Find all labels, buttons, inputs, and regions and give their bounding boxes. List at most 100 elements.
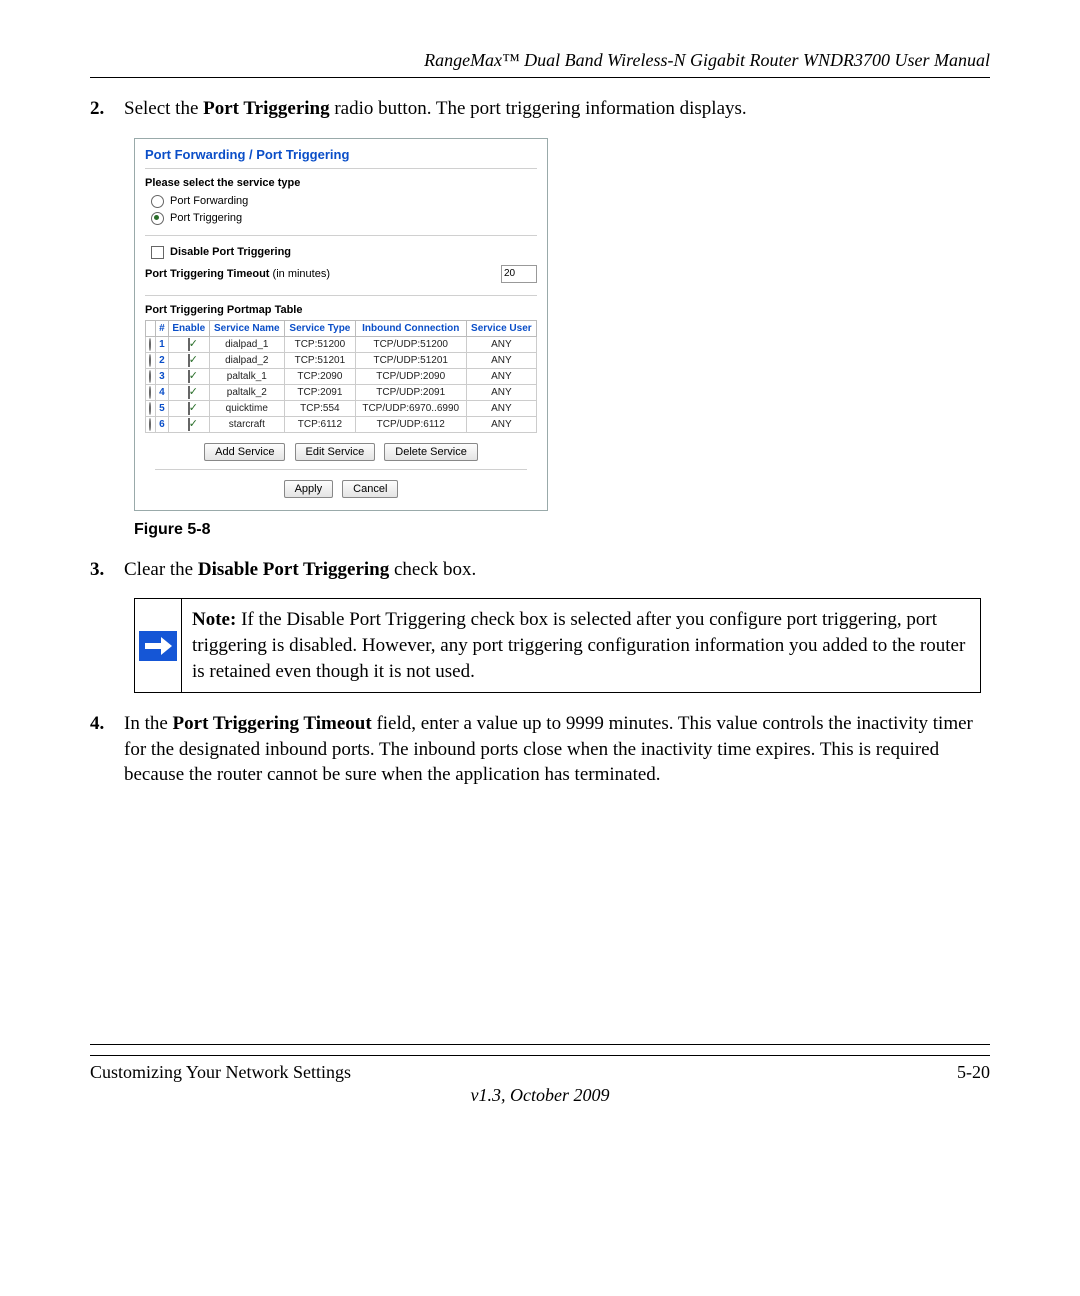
table-row: 2dialpad_2TCP:51201TCP/UDP:51201ANY bbox=[146, 352, 537, 368]
note-text: Note: If the Disable Port Triggering che… bbox=[182, 599, 980, 692]
radio-icon[interactable] bbox=[151, 212, 164, 225]
col-service-type: Service Type bbox=[285, 320, 356, 336]
step-text: Select the bbox=[124, 98, 203, 119]
portmap-table-title: Port Triggering Portmap Table bbox=[145, 304, 537, 316]
step-2: 2. Select the Port Triggering radio butt… bbox=[90, 96, 990, 122]
row-service-name: dialpad_1 bbox=[209, 336, 285, 352]
radio-port-forwarding[interactable]: Port Forwarding bbox=[145, 193, 537, 210]
checkbox-icon[interactable] bbox=[188, 386, 190, 399]
panel-title: Port Forwarding / Port Triggering bbox=[135, 139, 547, 166]
row-radio[interactable] bbox=[146, 400, 156, 416]
col-service-user: Service User bbox=[466, 320, 536, 336]
footer: Customizing Your Network Settings 5-20 bbox=[90, 1062, 990, 1083]
row-index: 6 bbox=[155, 416, 168, 432]
footer-version: v1.3, October 2009 bbox=[90, 1085, 990, 1106]
row-radio[interactable] bbox=[146, 336, 156, 352]
row-radio[interactable] bbox=[146, 384, 156, 400]
col-inbound: Inbound Connection bbox=[355, 320, 466, 336]
note-icon-cell bbox=[135, 599, 182, 692]
row-index: 5 bbox=[155, 400, 168, 416]
row-enable[interactable] bbox=[169, 352, 209, 368]
row-radio[interactable] bbox=[146, 416, 156, 432]
checkbox-icon[interactable] bbox=[188, 354, 190, 367]
row-inbound: TCP/UDP:51201 bbox=[355, 352, 466, 368]
step-number: 2. bbox=[90, 96, 124, 122]
step-3: 3. Clear the Disable Port Triggering che… bbox=[90, 557, 990, 583]
row-index: 3 bbox=[155, 368, 168, 384]
cancel-button[interactable]: Cancel bbox=[342, 480, 398, 498]
row-service-user: ANY bbox=[466, 352, 536, 368]
radio-icon[interactable] bbox=[149, 338, 151, 351]
page-header: RangeMax™ Dual Band Wireless-N Gigabit R… bbox=[90, 50, 990, 71]
step-4: 4. In the Port Triggering Timeout field,… bbox=[90, 711, 990, 788]
row-inbound: TCP/UDP:51200 bbox=[355, 336, 466, 352]
radio-icon[interactable] bbox=[149, 370, 151, 383]
row-enable[interactable] bbox=[169, 400, 209, 416]
radio-label: Port Triggering bbox=[170, 212, 242, 224]
step-number: 4. bbox=[90, 711, 124, 788]
radio-icon[interactable] bbox=[149, 418, 151, 431]
row-enable[interactable] bbox=[169, 416, 209, 432]
note-box: Note: If the Disable Port Triggering che… bbox=[134, 598, 981, 693]
delete-service-button[interactable]: Delete Service bbox=[384, 443, 478, 461]
radio-label: Port Forwarding bbox=[170, 195, 248, 207]
header-rule bbox=[90, 77, 990, 78]
row-inbound: TCP/UDP:2091 bbox=[355, 384, 466, 400]
row-enable[interactable] bbox=[169, 384, 209, 400]
timeout-input[interactable]: 20 bbox=[501, 265, 537, 283]
row-service-name: dialpad_2 bbox=[209, 352, 285, 368]
table-row: 1dialpad_1TCP:51200TCP/UDP:51200ANY bbox=[146, 336, 537, 352]
edit-service-button[interactable]: Edit Service bbox=[295, 443, 376, 461]
radio-icon[interactable] bbox=[151, 195, 164, 208]
footer-rule-1 bbox=[90, 1044, 990, 1045]
table-row: 6starcraftTCP:6112TCP/UDP:6112ANY bbox=[146, 416, 537, 432]
row-index: 1 bbox=[155, 336, 168, 352]
checkbox-icon[interactable] bbox=[188, 402, 190, 415]
table-row: 5quicktimeTCP:554TCP/UDP:6970..6990ANY bbox=[146, 400, 537, 416]
checkbox-icon[interactable] bbox=[188, 370, 190, 383]
checkbox-icon[interactable] bbox=[151, 246, 164, 259]
apply-button[interactable]: Apply bbox=[284, 480, 334, 498]
row-inbound: TCP/UDP:6112 bbox=[355, 416, 466, 432]
router-settings-panel: Port Forwarding / Port Triggering Please… bbox=[134, 138, 548, 511]
col-select bbox=[146, 320, 156, 336]
step-number: 3. bbox=[90, 557, 124, 583]
panel-divider bbox=[145, 295, 537, 296]
note-body: If the Disable Port Triggering check box… bbox=[192, 609, 965, 681]
row-radio[interactable] bbox=[146, 368, 156, 384]
arrow-right-icon bbox=[139, 631, 177, 661]
disable-port-triggering-checkbox[interactable]: Disable Port Triggering bbox=[145, 244, 537, 261]
radio-port-triggering[interactable]: Port Triggering bbox=[145, 210, 537, 227]
row-service-type: TCP:51200 bbox=[285, 336, 356, 352]
step-bold: Port Triggering Timeout bbox=[173, 713, 372, 734]
radio-icon[interactable] bbox=[149, 402, 151, 415]
row-enable[interactable] bbox=[169, 336, 209, 352]
table-header-row: # Enable Service Name Service Type Inbou… bbox=[146, 320, 537, 336]
portmap-table: # Enable Service Name Service Type Inbou… bbox=[145, 320, 537, 433]
timeout-label: Port Triggering Timeout (in minutes) bbox=[145, 268, 330, 280]
row-service-type: TCP:554 bbox=[285, 400, 356, 416]
add-service-button[interactable]: Add Service bbox=[204, 443, 285, 461]
row-service-type: TCP:2090 bbox=[285, 368, 356, 384]
row-service-user: ANY bbox=[466, 416, 536, 432]
row-enable[interactable] bbox=[169, 368, 209, 384]
checkbox-icon[interactable] bbox=[188, 338, 190, 351]
row-service-name: paltalk_2 bbox=[209, 384, 285, 400]
timeout-label-bold: Port Triggering Timeout bbox=[145, 268, 269, 280]
row-inbound: TCP/UDP:6970..6990 bbox=[355, 400, 466, 416]
radio-icon[interactable] bbox=[149, 354, 151, 367]
row-radio[interactable] bbox=[146, 352, 156, 368]
panel-divider bbox=[155, 469, 527, 470]
step-text: Clear the bbox=[124, 559, 198, 580]
row-service-user: ANY bbox=[466, 368, 536, 384]
note-label: Note: bbox=[192, 609, 236, 630]
row-service-type: TCP:2091 bbox=[285, 384, 356, 400]
row-service-name: paltalk_1 bbox=[209, 368, 285, 384]
table-row: 4paltalk_2TCP:2091TCP/UDP:2091ANY bbox=[146, 384, 537, 400]
footer-rule-2 bbox=[90, 1055, 990, 1056]
step-text: In the bbox=[124, 713, 173, 734]
checkbox-icon[interactable] bbox=[188, 418, 190, 431]
radio-icon[interactable] bbox=[149, 386, 151, 399]
step-text: check box. bbox=[389, 559, 476, 580]
service-type-label: Please select the service type bbox=[145, 177, 537, 189]
